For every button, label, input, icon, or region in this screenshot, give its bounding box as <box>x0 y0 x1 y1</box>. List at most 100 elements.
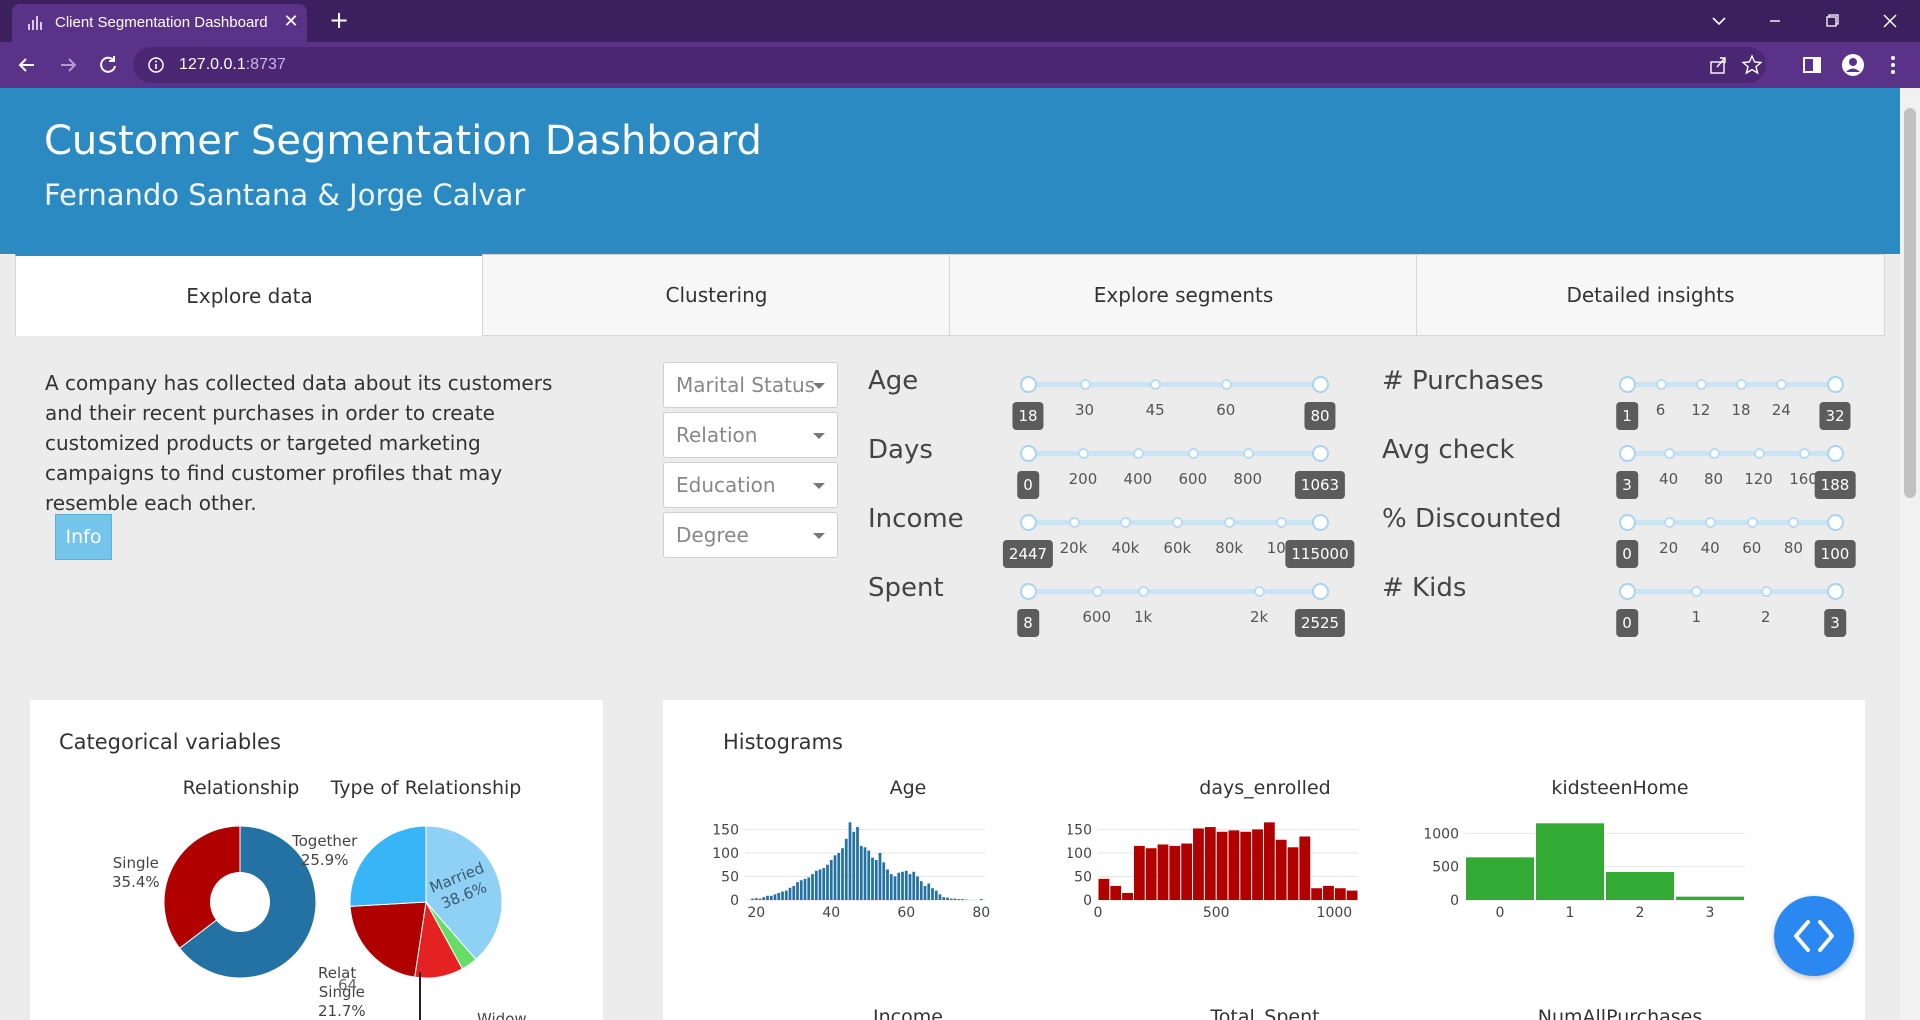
forward-arrow-icon[interactable] <box>53 50 83 80</box>
age-range-slider[interactable]: 30 45 60 18 80 <box>1012 376 1336 430</box>
info-button[interactable]: Info <box>55 514 112 560</box>
spent-range-slider[interactable]: 600 1k 2k 8 2525 <box>1017 583 1346 637</box>
bookmark-star-icon[interactable] <box>1741 54 1763 80</box>
slider-handle-low[interactable] <box>1020 583 1037 600</box>
histogram-bar <box>807 877 811 900</box>
histogram-bar <box>1466 857 1534 900</box>
kids-range-slider[interactable]: 1 2 0 3 <box>1616 583 1846 637</box>
minimize-icon[interactable] <box>1752 6 1798 36</box>
share-icon[interactable] <box>1708 55 1728 79</box>
income-range-slider[interactable]: 20k 40k 60k 80k 100 2447 115000 <box>1002 514 1355 568</box>
degree-dropdown[interactable]: Degree <box>663 512 838 558</box>
side-panel-icon[interactable] <box>1797 50 1827 80</box>
slider-step-dot <box>1187 448 1199 459</box>
histogram-bar <box>897 872 901 900</box>
relation-dropdown[interactable]: Relation <box>663 412 838 458</box>
slider-step-dot <box>1120 517 1132 528</box>
slider-handle-high[interactable] <box>1827 445 1844 462</box>
slider-handle-high[interactable] <box>1312 445 1329 462</box>
histogram-bar <box>1122 892 1133 900</box>
page-scrollbar[interactable] <box>1900 88 1920 1020</box>
slider-value-high: 188 <box>1814 471 1856 499</box>
x-tick-label: 3 <box>1706 905 1715 920</box>
caret-down-icon <box>813 483 825 489</box>
avg-check-range-slider[interactable]: 40 80 120 160 3 188 <box>1616 445 1856 499</box>
slider-handle-high[interactable] <box>1312 514 1329 531</box>
slider-tick-label: 30 <box>1074 401 1095 419</box>
histogram-bar <box>1287 847 1299 900</box>
purchases-range-slider[interactable]: 6 12 18 24 1 32 <box>1616 376 1851 430</box>
slider-track <box>1028 382 1320 387</box>
slider-handle-low[interactable] <box>1020 376 1037 393</box>
slider-tick-label: 80 <box>1704 470 1724 488</box>
days-range-slider[interactable]: 200 400 600 800 0 1063 <box>1017 445 1346 499</box>
address-bar[interactable]: 127.0.0.1:8737 <box>133 47 1766 83</box>
tab-detailed-insights[interactable]: Detailed insights <box>1416 254 1885 336</box>
tab-explore-data[interactable]: Explore data <box>15 254 484 336</box>
slider-tick-label: 2 <box>1760 608 1771 626</box>
slider-handle-low[interactable] <box>1619 514 1636 531</box>
slider-value-high: 100 <box>1814 540 1856 568</box>
slider-tick-label: 600 <box>1178 470 1208 488</box>
slider-step-dot <box>1138 586 1150 597</box>
caret-down-icon <box>813 433 825 439</box>
slider-handle-high[interactable] <box>1827 376 1844 393</box>
tab-explore-segments[interactable]: Explore segments <box>949 254 1418 336</box>
slider-tick-label: 2k <box>1249 608 1269 626</box>
browser-menu-icon[interactable] <box>1878 50 1908 80</box>
x-tick-label: 60 <box>897 905 915 920</box>
slider-handle-low[interactable] <box>1619 445 1636 462</box>
slider-handle-low[interactable] <box>1020 514 1037 531</box>
education-dropdown[interactable]: Education <box>663 462 838 508</box>
close-window-icon[interactable] <box>1867 6 1913 36</box>
slider-handle-high[interactable] <box>1827 583 1844 600</box>
histogram-bar <box>912 871 916 900</box>
histogram-bar <box>1334 888 1346 900</box>
x-tick-label: 1000 <box>1317 905 1353 920</box>
new-tab-icon[interactable]: + <box>325 7 353 35</box>
slider-tick-label: 60 <box>1742 539 1762 557</box>
slider-tick-label: 45 <box>1145 401 1165 419</box>
code-toggle-button[interactable] <box>1774 896 1854 976</box>
browser-tab[interactable]: Client Segmentation Dashboard ✕ <box>12 4 307 42</box>
slider-handle-low[interactable] <box>1619 376 1636 393</box>
slider-step-dot <box>1760 586 1772 597</box>
histogram-bar <box>961 899 964 900</box>
site-info-icon[interactable] <box>147 56 165 78</box>
slider-handle-low[interactable] <box>1020 445 1037 462</box>
histogram-bar <box>844 838 848 900</box>
profile-avatar-icon[interactable] <box>1838 50 1868 80</box>
close-tab-icon[interactable]: ✕ <box>280 11 302 33</box>
histogram-bar <box>1098 878 1110 900</box>
marital-status-dropdown[interactable]: Marital Status <box>663 362 838 408</box>
histogram-bar <box>908 874 912 900</box>
relationship-chart-title: Relationship <box>182 777 300 799</box>
slider-label-discounted: % Discounted <box>1382 504 1562 534</box>
slider-step-dot <box>1663 517 1675 528</box>
caret-down-icon <box>813 533 825 539</box>
slider-handle-high[interactable] <box>1827 514 1844 531</box>
page-content: Customer Segmentation Dashboard Fernando… <box>0 88 1900 1020</box>
tab-search-icon[interactable] <box>1696 6 1742 36</box>
reload-icon[interactable] <box>93 50 123 80</box>
slider-step-dot <box>1132 448 1144 459</box>
scrollbar-thumb[interactable] <box>1904 108 1916 498</box>
slider-value-high: 80 <box>1304 402 1336 430</box>
discounted-range-slider[interactable]: 20 40 60 80 0 100 <box>1616 514 1856 568</box>
tab-clustering[interactable]: Clustering <box>482 254 951 336</box>
x-tick-label: 80 <box>972 905 990 920</box>
slider-handle-high[interactable] <box>1312 583 1329 600</box>
slider-tick-label: 1 <box>1691 608 1702 626</box>
back-arrow-icon[interactable] <box>12 50 42 80</box>
slider-step-dot <box>1172 517 1184 528</box>
slider-step-dot <box>1068 517 1080 528</box>
slider-step-dot <box>1753 448 1765 459</box>
histogram-bar <box>1145 848 1157 900</box>
slider-handle-low[interactable] <box>1619 583 1636 600</box>
restore-icon[interactable] <box>1809 6 1855 36</box>
slider-handle-high[interactable] <box>1312 376 1329 393</box>
histogram-bar <box>833 855 837 900</box>
slider-value-high: 115000 <box>1285 540 1355 568</box>
slider-step-dot <box>1746 517 1758 528</box>
y-tick-label: 1000 <box>1425 826 1459 842</box>
